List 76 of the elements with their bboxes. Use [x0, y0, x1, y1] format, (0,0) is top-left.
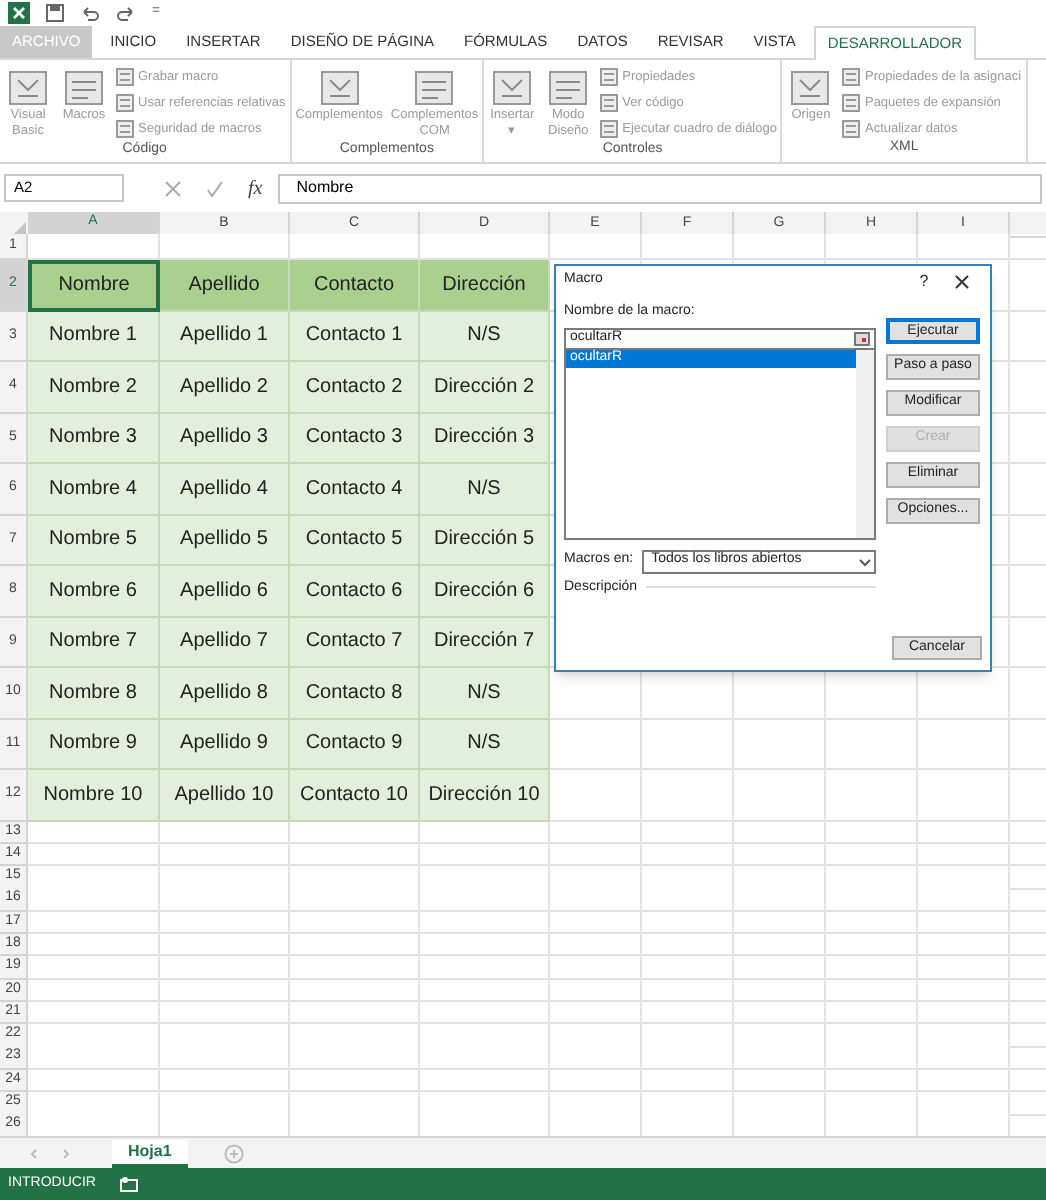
table-cell: Dirección — [420, 260, 550, 311]
table-cell: Nombre 6 — [28, 566, 160, 617]
redo-icon[interactable] — [116, 4, 136, 22]
table-cell: Apellido 6 — [160, 566, 290, 617]
table-cell: Contacto 8 — [290, 668, 420, 719]
table-cell: Nombre 3 — [28, 413, 160, 464]
table-cell: Nombre 2 — [28, 362, 160, 413]
ribbon-tool-icon — [600, 94, 619, 113]
table-cell: Apellido 5 — [160, 515, 290, 566]
table-cell: Apellido 1 — [160, 311, 290, 362]
ribbon-tool-icon — [116, 68, 134, 87]
table-cell: Dirección 10 — [420, 770, 550, 821]
table-cell: N/S — [420, 464, 550, 515]
check-icon[interactable] — [206, 179, 224, 197]
table-cell: Dirección 3 — [420, 413, 550, 464]
scroll-right-icon[interactable] — [60, 1147, 72, 1159]
table-cell: N/S — [420, 311, 550, 362]
table-cell: Contacto 2 — [290, 362, 420, 413]
table-cell: N/S — [420, 668, 550, 719]
table-cell: Contacto — [290, 260, 420, 311]
table-cell: Apellido — [160, 260, 290, 311]
table-cell: Contacto 3 — [290, 413, 420, 464]
ribbon-tool-icon — [842, 94, 861, 113]
save-icon[interactable] — [46, 4, 64, 22]
table-cell: Nombre 4 — [28, 464, 160, 515]
undo-icon[interactable] — [80, 4, 100, 22]
table-cell: Contacto 5 — [290, 515, 420, 566]
table-cell: Apellido 4 — [160, 464, 290, 515]
ribbon-tool-icon — [116, 119, 134, 138]
table-cell: Nombre 10 — [28, 770, 160, 821]
ribbon-tool-icon — [490, 68, 535, 108]
table-cell: Nombre 9 — [28, 719, 160, 770]
close-icon[interactable] — [954, 273, 970, 289]
ribbon-tool-icon — [546, 68, 591, 108]
cancel-icon[interactable] — [164, 179, 182, 197]
formula-field[interactable]: Nombre — [278, 173, 1042, 203]
table-cell: Contacto 4 — [290, 464, 420, 515]
macro-recording-icon[interactable] — [119, 1176, 138, 1192]
table-cell: Nombre — [28, 260, 160, 311]
table-cell: Nombre 1 — [28, 311, 160, 362]
ribbon-tool-icon — [842, 119, 861, 138]
ribbon-tool-icon — [317, 68, 362, 108]
table-cell: Contacto 9 — [290, 719, 420, 770]
add-sheet-icon[interactable] — [223, 1143, 244, 1163]
table-cell: Nombre 5 — [28, 515, 160, 566]
table-cell: Nombre 8 — [28, 668, 160, 719]
table-cell: Dirección 2 — [420, 362, 550, 413]
ribbon-tool-icon — [600, 119, 619, 138]
insert-function-button[interactable]: fx — [248, 173, 263, 203]
table-cell: Apellido 9 — [160, 719, 290, 770]
collapse-dialog-icon[interactable] — [854, 331, 870, 345]
ribbon-tool-icon — [842, 68, 861, 87]
ribbon-tool-icon — [600, 68, 619, 87]
help-button[interactable]: ? — [906, 269, 942, 293]
table-cell: Nombre 7 — [28, 617, 160, 668]
table-cell: Dirección 6 — [420, 566, 550, 617]
ribbon-tool-icon — [62, 68, 106, 108]
table-cell: Contacto 7 — [290, 617, 420, 668]
scroll-left-icon[interactable] — [28, 1147, 40, 1159]
table-cell: Contacto 10 — [290, 770, 420, 821]
table-cell: Dirección 5 — [420, 515, 550, 566]
table-cell: N/S — [420, 719, 550, 770]
scrollbar[interactable] — [856, 349, 874, 537]
ribbon-tool-icon — [116, 94, 134, 113]
ribbon-tool-icon — [788, 68, 833, 108]
table-cell: Dirección 7 — [420, 617, 550, 668]
sheet-tab[interactable]: Hoja1 — [112, 1139, 188, 1167]
table-cell: Contacto 6 — [290, 566, 420, 617]
table-cell: Apellido 7 — [160, 617, 290, 668]
table-cell: Apellido 8 — [160, 668, 290, 719]
ribbon-tool-icon — [412, 68, 457, 108]
ribbon-tool-icon — [6, 68, 50, 108]
table-cell: Contacto 1 — [290, 311, 420, 362]
table-cell: Apellido 2 — [160, 362, 290, 413]
table-cell: Apellido 3 — [160, 413, 290, 464]
table-cell: Apellido 10 — [160, 770, 290, 821]
